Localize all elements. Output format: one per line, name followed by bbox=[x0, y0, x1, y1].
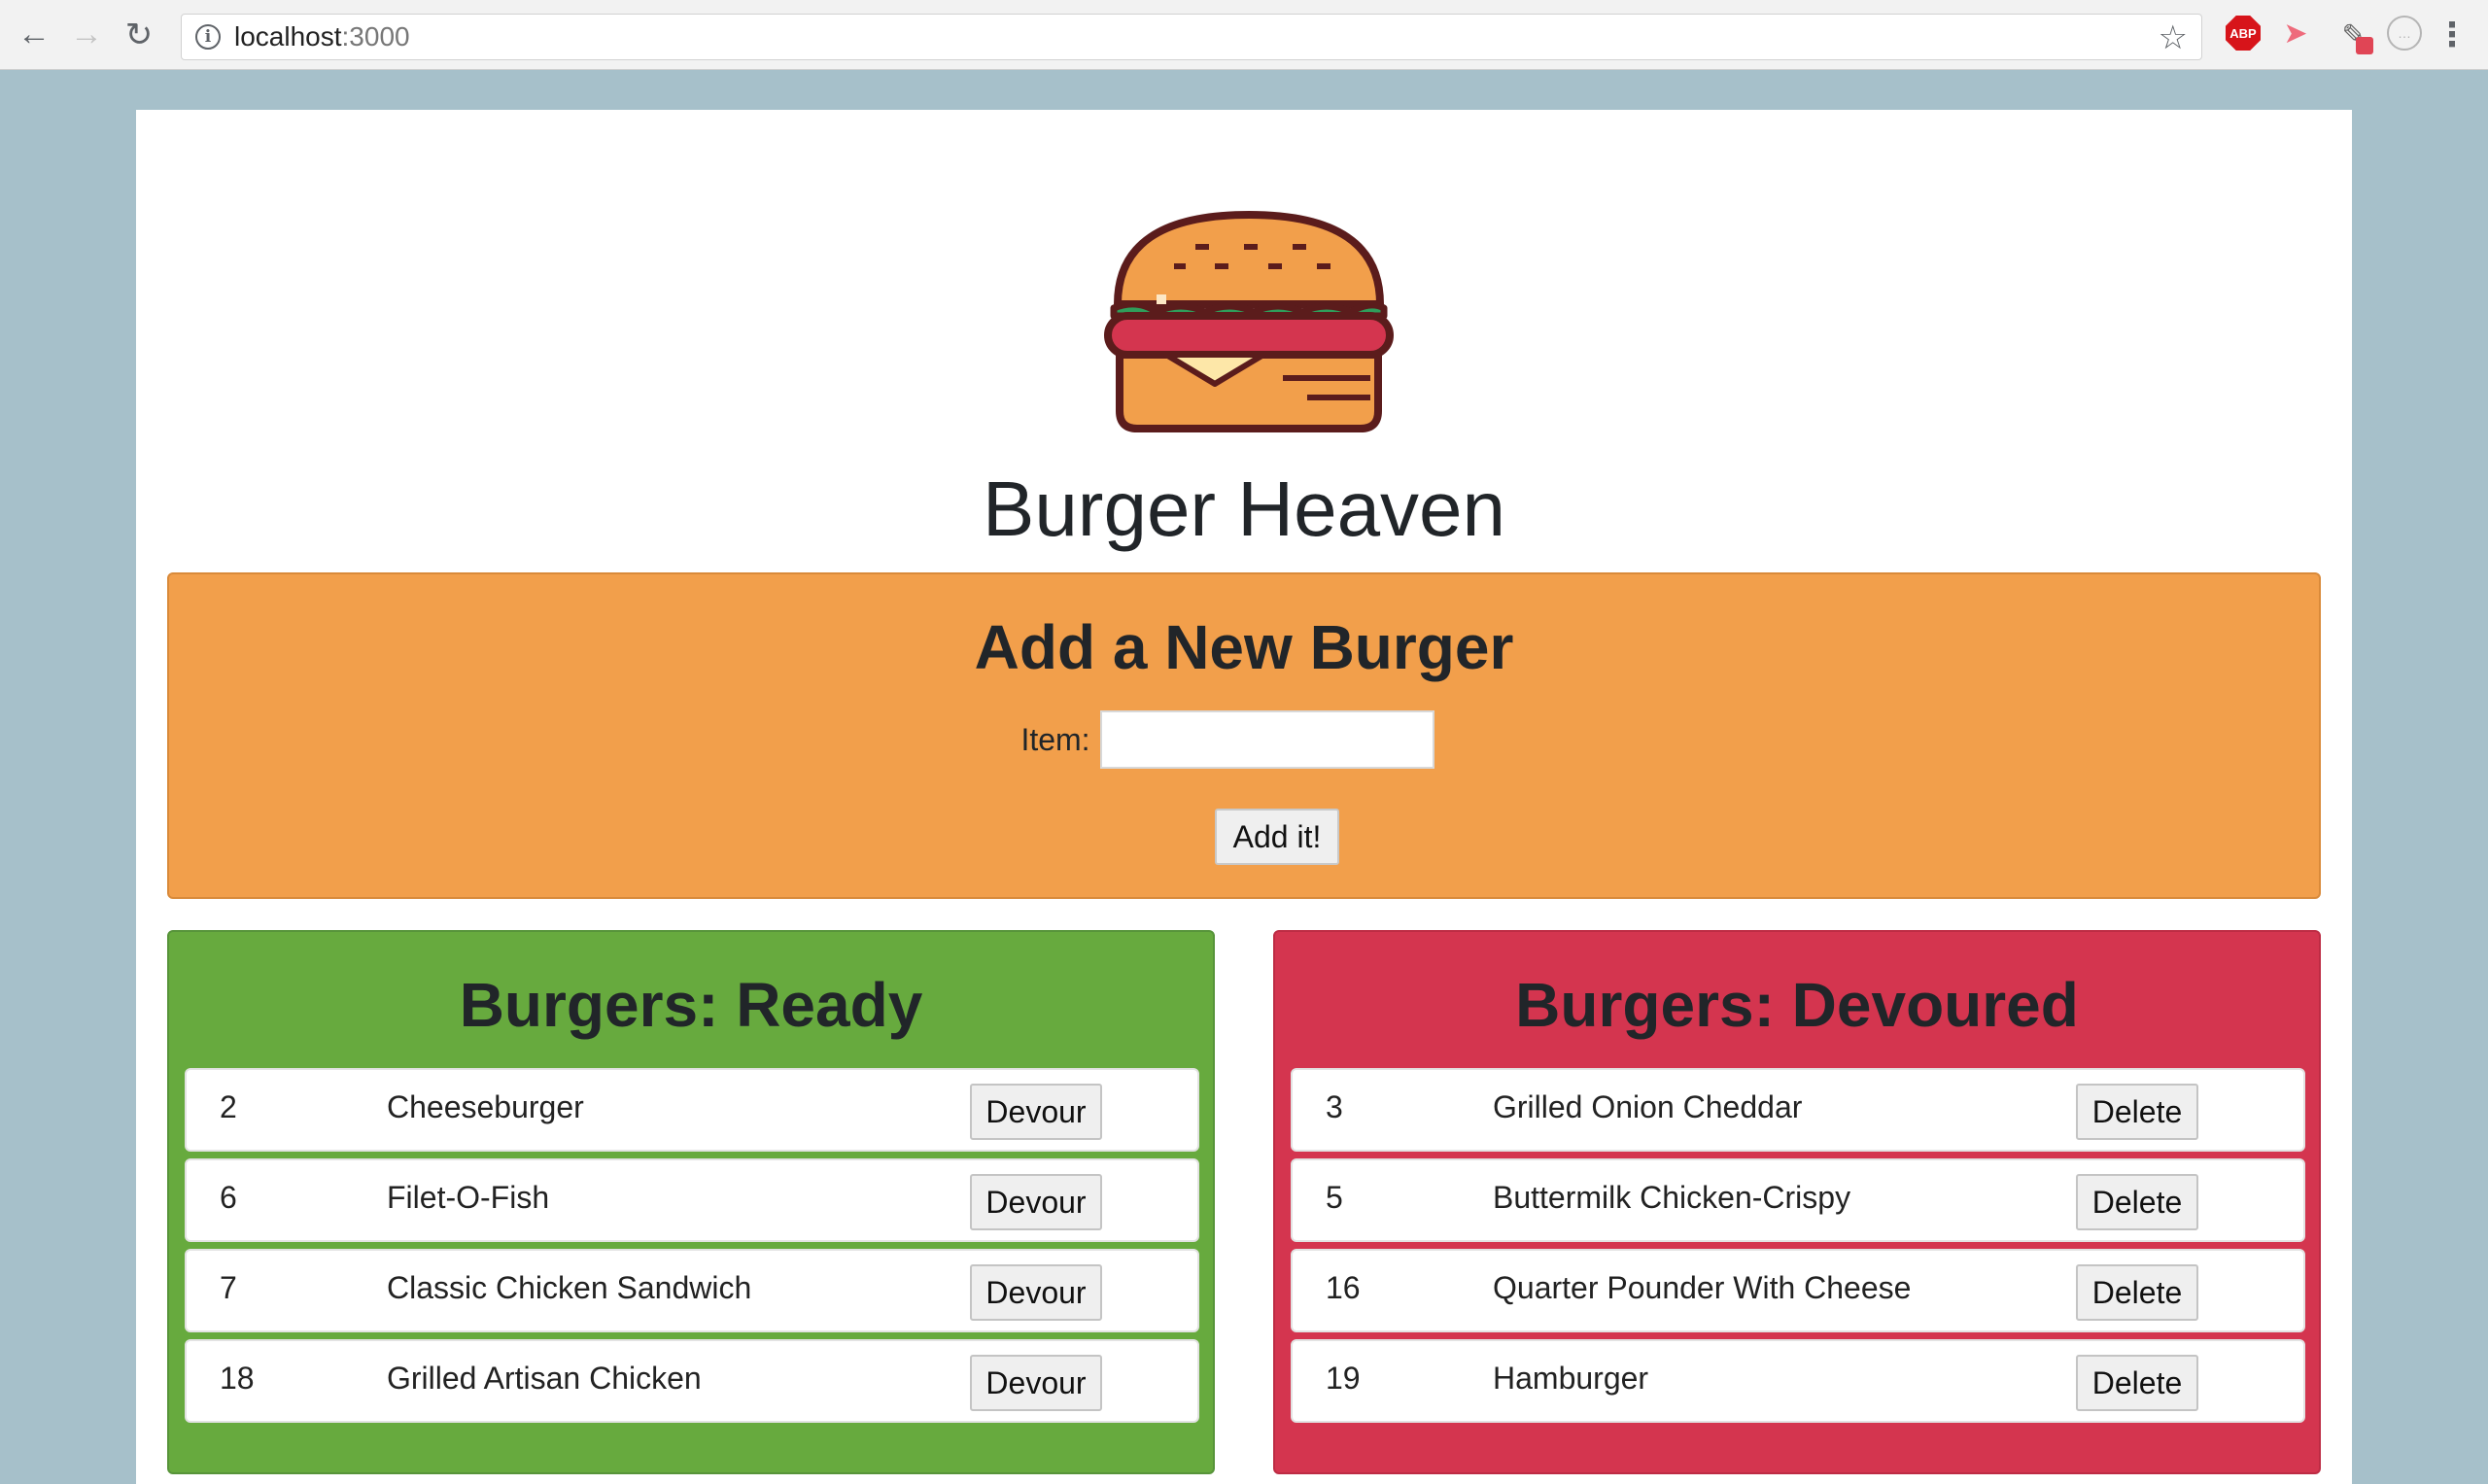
circle-extension-icon[interactable]: … bbox=[2387, 16, 2422, 51]
burger-id: 2 bbox=[220, 1089, 237, 1124]
burger-id: 18 bbox=[220, 1361, 255, 1396]
add-burger-title: Add a New Burger bbox=[974, 612, 1514, 682]
list-item: 6 Filet-O-Fish Devour bbox=[185, 1158, 1199, 1242]
burger-icon bbox=[1104, 211, 1394, 432]
list-item: 3 Grilled Onion Cheddar Delete bbox=[1291, 1068, 2305, 1152]
bookmark-star-icon[interactable]: ☆ bbox=[2159, 18, 2188, 57]
delete-button[interactable]: Delete bbox=[2076, 1084, 2198, 1140]
burgers-devoured-card: Burgers: Devoured 3 Grilled Onion Chedda… bbox=[1273, 930, 2321, 1474]
burgers-devoured-title: Burgers: Devoured bbox=[1515, 970, 2079, 1040]
delete-button[interactable]: Delete bbox=[2076, 1355, 2198, 1411]
back-arrow-icon[interactable]: ← bbox=[8, 9, 60, 61]
burgers-devoured-list: 3 Grilled Onion Cheddar Delete 5 Butterm… bbox=[1291, 1068, 2305, 1430]
item-label: Item: bbox=[1020, 721, 1090, 757]
devour-button[interactable]: Devour bbox=[970, 1355, 1102, 1411]
reload-icon[interactable]: ↻ bbox=[113, 9, 165, 61]
forward-arrow-icon[interactable]: → bbox=[60, 9, 113, 61]
burger-name: Classic Chicken Sandwich bbox=[387, 1270, 752, 1305]
cast-extension-icon[interactable]: ➤ bbox=[2278, 16, 2313, 51]
url-port: :3000 bbox=[341, 21, 410, 52]
burger-id: 5 bbox=[1326, 1180, 1343, 1215]
item-input[interactable] bbox=[1099, 710, 1434, 769]
burger-id: 6 bbox=[220, 1180, 237, 1215]
add-burger-card: Add a New Burger Item: Add it! bbox=[167, 572, 2321, 899]
delete-button[interactable]: Delete bbox=[2076, 1174, 2198, 1230]
browser-toolbar: ← → ↻ i localhost:3000 ☆ ABP ➤ ✎ … ⋮ bbox=[0, 0, 2488, 70]
page-container: Burger Heaven Add a New Burger Item: Add… bbox=[136, 110, 2352, 1484]
burgers-ready-title: Burgers: Ready bbox=[459, 970, 923, 1040]
list-item: 7 Classic Chicken Sandwich Devour bbox=[185, 1249, 1199, 1332]
devtools-extension-icon[interactable]: ✎ bbox=[2334, 16, 2373, 54]
list-item: 5 Buttermilk Chicken-Crispy Delete bbox=[1291, 1158, 2305, 1242]
add-it-button[interactable]: Add it! bbox=[1215, 809, 1339, 865]
burger-name: Hamburger bbox=[1493, 1361, 1649, 1396]
list-item: 19 Hamburger Delete bbox=[1291, 1339, 2305, 1423]
burger-name: Filet-O-Fish bbox=[387, 1180, 550, 1215]
burgers-ready-list: 2 Cheeseburger Devour 6 Filet-O-Fish Dev… bbox=[185, 1068, 1199, 1430]
item-field-row: Item: bbox=[169, 710, 2319, 769]
devour-button[interactable]: Devour bbox=[970, 1264, 1102, 1321]
burger-id: 7 bbox=[220, 1270, 237, 1305]
burger-name: Quarter Pounder With Cheese bbox=[1493, 1270, 1912, 1305]
delete-button[interactable]: Delete bbox=[2076, 1264, 2198, 1321]
list-item: 18 Grilled Artisan Chicken Devour bbox=[185, 1339, 1199, 1423]
burger-name: Grilled Onion Cheddar bbox=[1493, 1089, 1803, 1124]
list-item: 16 Quarter Pounder With Cheese Delete bbox=[1291, 1249, 2305, 1332]
devour-button[interactable]: Devour bbox=[970, 1174, 1102, 1230]
burger-id: 3 bbox=[1326, 1089, 1343, 1124]
devour-button[interactable]: Devour bbox=[970, 1084, 1102, 1140]
burger-name: Grilled Artisan Chicken bbox=[387, 1361, 702, 1396]
address-bar[interactable]: i localhost:3000 ☆ bbox=[181, 14, 2202, 60]
burger-id: 16 bbox=[1326, 1270, 1361, 1305]
adblock-extension-icon[interactable]: ABP bbox=[2226, 16, 2261, 51]
burger-name: Buttermilk Chicken-Crispy bbox=[1493, 1180, 1851, 1215]
info-icon[interactable]: i bbox=[195, 24, 221, 50]
page-title: Burger Heaven bbox=[982, 466, 1506, 552]
abp-label: ABP bbox=[2229, 25, 2257, 41]
list-item: 2 Cheeseburger Devour bbox=[185, 1068, 1199, 1152]
burger-id: 19 bbox=[1326, 1361, 1361, 1396]
browser-menu-icon[interactable]: ⋮ bbox=[2436, 16, 2469, 54]
burgers-ready-card: Burgers: Ready 2 Cheeseburger Devour 6 F… bbox=[167, 930, 1215, 1474]
url-host: localhost bbox=[234, 21, 342, 52]
burger-name: Cheeseburger bbox=[387, 1089, 584, 1124]
